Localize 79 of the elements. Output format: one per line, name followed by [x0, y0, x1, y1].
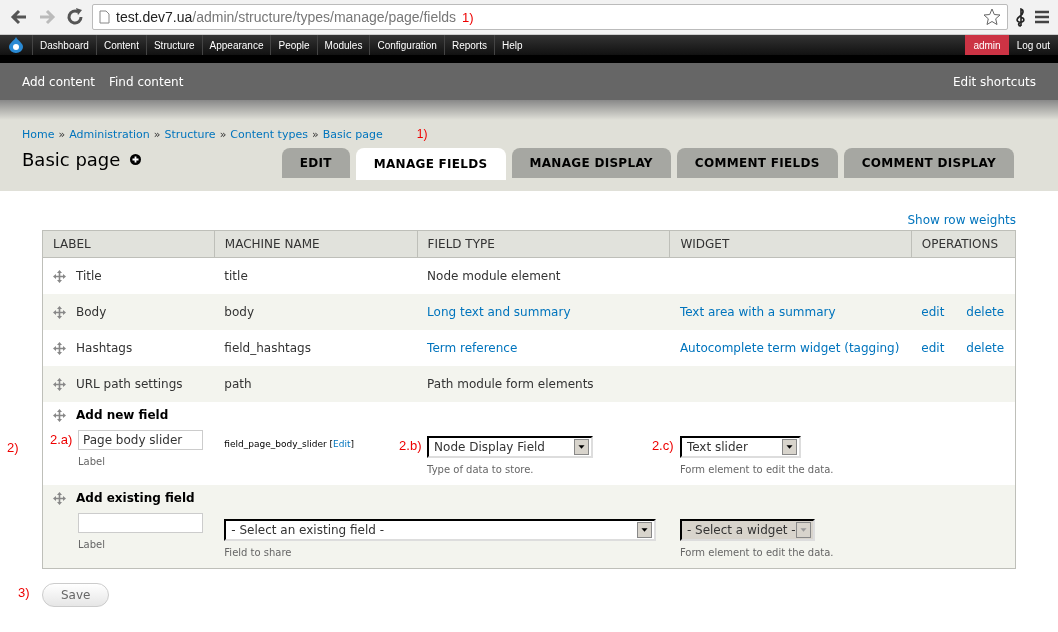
- annotation-label: 2.b): [399, 438, 422, 453]
- breadcrumb-link[interactable]: Administration: [69, 127, 150, 141]
- page-title: Basic page: [22, 149, 121, 170]
- operation-link[interactable]: edit: [921, 305, 945, 319]
- field-description: Label: [78, 539, 106, 550]
- annotation-label: 3): [18, 585, 30, 600]
- column-header: MACHINE NAME: [214, 230, 418, 258]
- url-path: /admin/structure/types/manage/page/fields: [192, 9, 457, 25]
- field-label: Title: [76, 269, 102, 283]
- breadcrumb-link[interactable]: Basic page: [322, 127, 383, 141]
- add-shortcut-icon[interactable]: [130, 154, 142, 165]
- section-title: Add new field: [76, 408, 169, 422]
- annotation-label: 2.a): [50, 432, 73, 447]
- annotation-label: 2.c): [651, 438, 674, 453]
- show-row-weights-link[interactable]: Show row weights: [907, 213, 1016, 227]
- operation-link[interactable]: delete: [966, 341, 1005, 355]
- drop-logo-icon[interactable]: [9, 37, 23, 53]
- breadcrumb-separator: »: [58, 127, 66, 141]
- edit-shortcuts-link[interactable]: Edit shortcuts: [952, 74, 1036, 89]
- breadcrumb-separator: »: [153, 127, 161, 141]
- field-label: Body: [76, 305, 107, 319]
- field-label: URL path settings: [76, 377, 183, 391]
- url-host: test.dev7.ua: [116, 9, 193, 25]
- column-header: WIDGET: [669, 230, 912, 258]
- breadcrumb-link[interactable]: Content types: [230, 127, 308, 141]
- drag-handle-icon[interactable]: [53, 305, 66, 319]
- section-title: Add existing field: [76, 491, 195, 505]
- field-label: Hashtags: [76, 341, 133, 355]
- field-description: Field to share: [224, 547, 293, 558]
- logout-link[interactable]: Log out: [1008, 35, 1058, 55]
- tab[interactable]: COMMENT FIELDS: [676, 148, 838, 178]
- field-description: Form element to edit the data.: [679, 547, 835, 558]
- tab[interactable]: COMMENT DISPLAY: [843, 148, 1014, 178]
- address-bar[interactable]: test.dev7.ua/admin/structure/types/manage/page/fields 1): [92, 4, 1008, 30]
- menu-icon[interactable]: [1034, 10, 1050, 24]
- edit-machine-name-link[interactable]: Edit: [333, 439, 351, 449]
- breadcrumb-link[interactable]: Home: [22, 127, 55, 141]
- label-input[interactable]: [78, 513, 203, 533]
- star-icon[interactable]: [983, 8, 1001, 26]
- drag-handle-icon[interactable]: [53, 377, 66, 391]
- shortcut-link[interactable]: Add content: [22, 74, 95, 89]
- operation-link[interactable]: delete: [966, 305, 1005, 319]
- machine-name: path: [224, 377, 252, 391]
- column-header: FIELD TYPE: [417, 230, 670, 258]
- field-type-link[interactable]: Term reference: [427, 341, 518, 355]
- annotation-label: 1): [462, 9, 474, 25]
- save-button[interactable]: Save: [42, 583, 110, 607]
- drag-handle-icon[interactable]: [53, 341, 66, 355]
- treble-clef-icon[interactable]: [1014, 7, 1028, 27]
- widget-select[interactable]: Text slider: [679, 436, 801, 458]
- widget-link[interactable]: Autocomplete term widget (tagging): [679, 341, 900, 355]
- column-header: LABEL: [42, 230, 215, 258]
- machine-name: body: [224, 305, 254, 319]
- field-type: Path module form elements: [427, 377, 594, 391]
- drag-handle-icon[interactable]: [53, 408, 66, 422]
- breadcrumb-separator: »: [219, 127, 227, 141]
- column-header: OPERATIONS: [911, 230, 1016, 258]
- machine-name: title: [224, 269, 248, 283]
- field-type: Node module element: [427, 269, 561, 283]
- user-link[interactable]: admin: [965, 35, 1009, 55]
- drag-handle-icon[interactable]: [53, 269, 66, 283]
- annotation-label: 1): [416, 127, 428, 141]
- field-type-select[interactable]: Node Display Field: [427, 436, 594, 458]
- annotation-label: 2): [7, 440, 19, 455]
- field-description: Type of data to store.: [427, 464, 535, 475]
- breadcrumb-link[interactable]: Structure: [164, 127, 216, 141]
- tab[interactable]: MANAGE FIELDS: [355, 148, 506, 180]
- machine-name: field_hashtags: [224, 341, 311, 355]
- operation-link[interactable]: edit: [921, 341, 945, 355]
- page-icon: [99, 10, 110, 24]
- shortcut-link[interactable]: Find content: [109, 74, 184, 89]
- field-description: Form element to edit the data.: [679, 464, 835, 475]
- label-input[interactable]: Page body slider: [78, 430, 203, 450]
- tab[interactable]: EDIT: [281, 148, 350, 178]
- field-description: Label: [78, 456, 106, 467]
- drag-handle-icon[interactable]: [53, 491, 66, 505]
- tab[interactable]: MANAGE DISPLAY: [511, 148, 671, 178]
- breadcrumb-separator: »: [311, 127, 319, 141]
- existing-field-select[interactable]: - Select an existing field -: [224, 519, 657, 541]
